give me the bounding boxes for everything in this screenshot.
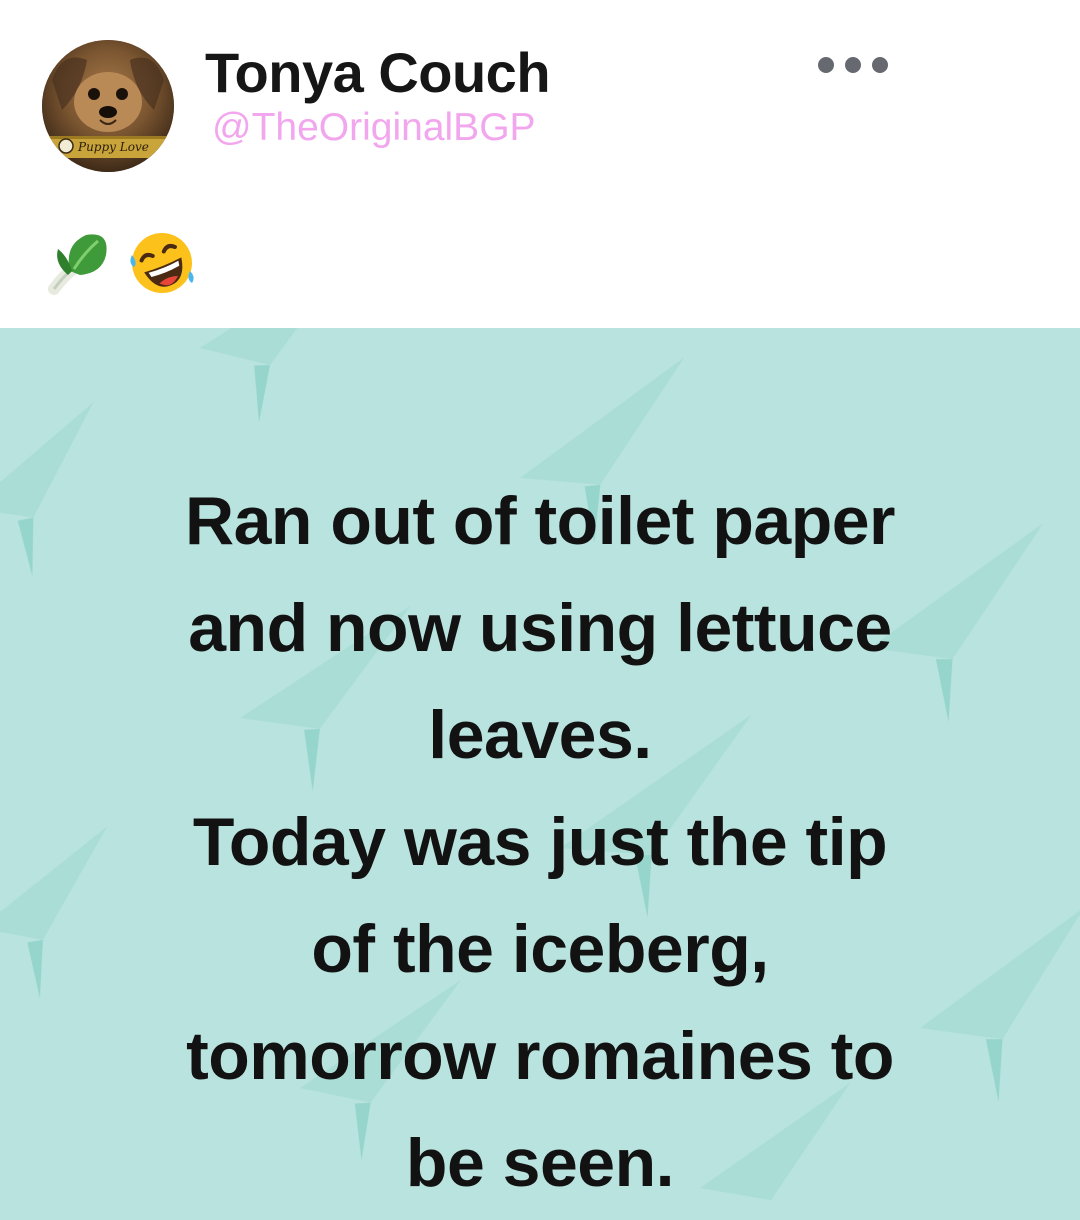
rolling-on-floor-laughing-icon <box>130 233 194 293</box>
avatar-collar-text: Puppy Love <box>77 140 149 154</box>
more-horizontal-icon-dot <box>845 57 861 73</box>
meme-line: tomorrow romaines to <box>186 1018 894 1094</box>
more-horizontal-icon-dot <box>872 57 888 73</box>
meme-line: of the iceberg, <box>311 911 769 987</box>
leafy-green-icon <box>48 234 107 295</box>
meme-line: Ran out of toilet paper <box>184 483 896 559</box>
post-caption <box>40 226 198 300</box>
meme-line: leaves. <box>428 697 652 773</box>
more-horizontal-icon <box>818 57 834 73</box>
meme-image[interactable]: Ran out of toilet paper and now using le… <box>0 328 1080 1220</box>
dog-avatar-image: Puppy Love <box>42 40 174 172</box>
author-display-name[interactable]: Tonya Couch <box>205 40 551 105</box>
meme-line: and now using lettuce <box>188 590 892 666</box>
meme-line: Today was just the tip <box>192 804 888 880</box>
avatar[interactable]: Puppy Love <box>42 40 174 172</box>
more-options-button[interactable] <box>818 52 888 78</box>
meme-line: be seen. <box>405 1125 675 1201</box>
meme-caption: Ran out of toilet paper and now using le… <box>60 468 1020 1217</box>
author-handle[interactable]: @TheOriginalBGP <box>212 106 536 150</box>
post-header: Puppy Love Tonya Couch @TheOriginalBGP <box>0 0 1080 330</box>
